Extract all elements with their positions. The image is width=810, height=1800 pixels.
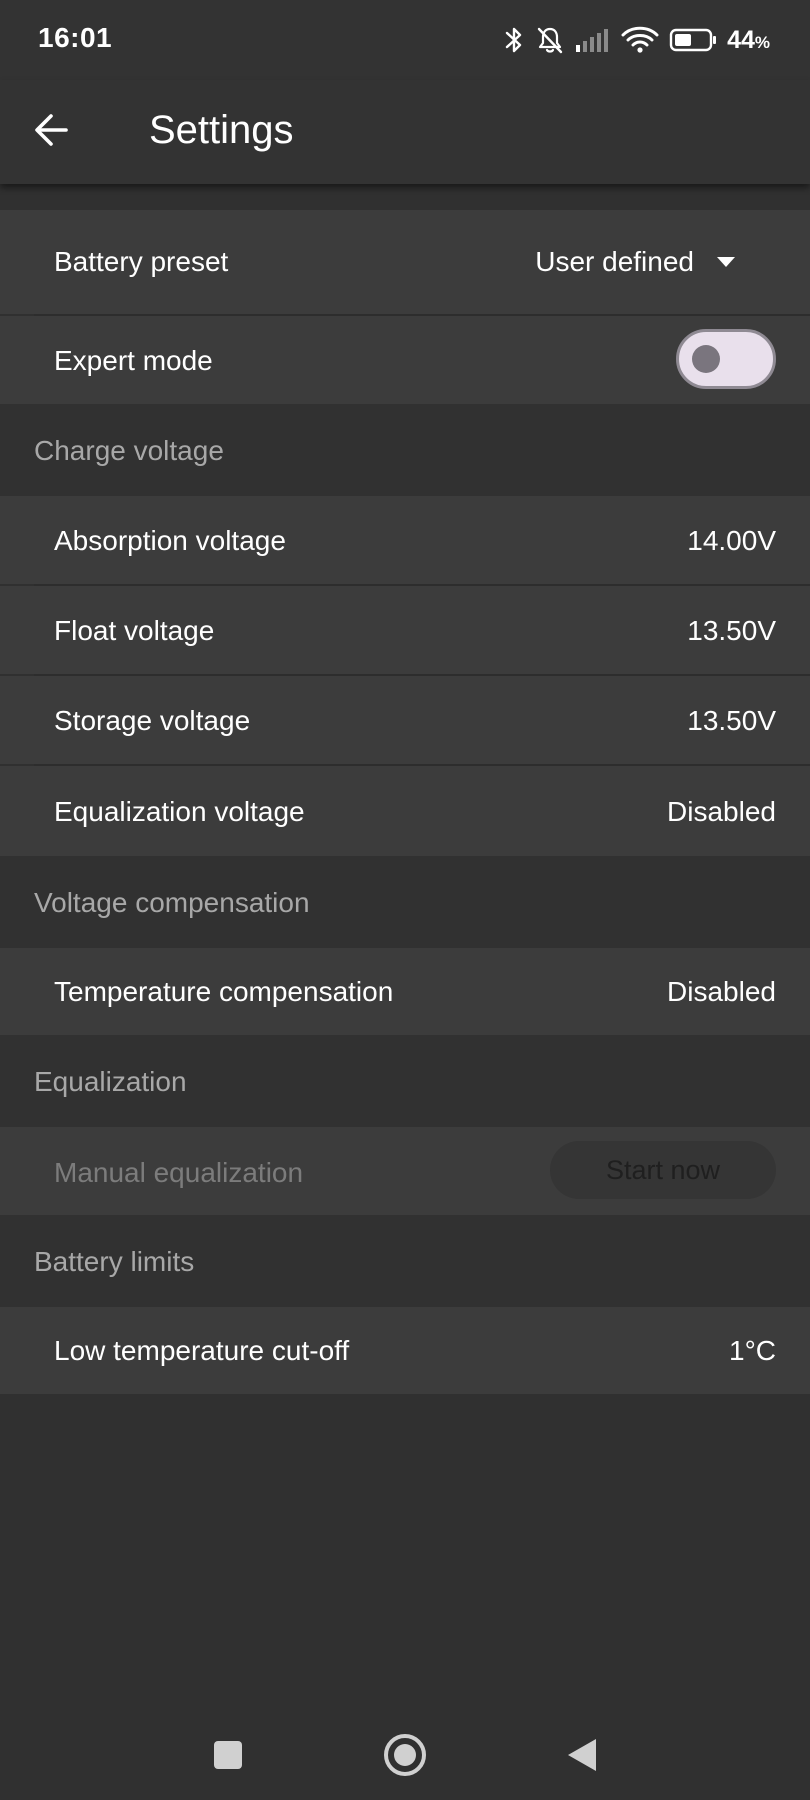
back-button[interactable]	[22, 100, 82, 160]
storage-voltage-label: Storage voltage	[54, 705, 251, 736]
section-title: Charge voltage	[34, 435, 224, 466]
equalization-voltage-row[interactable]: Equalization voltage Disabled	[0, 766, 810, 856]
battery-icon	[669, 27, 717, 53]
battery-percent-value: 44	[727, 25, 755, 54]
absorption-voltage-value: 14.00V	[687, 525, 776, 556]
manual-equalization-label: Manual equalization	[54, 1157, 304, 1188]
circle-home-icon	[384, 1734, 426, 1776]
temperature-compensation-label: Temperature compensation	[54, 976, 394, 1007]
status-icons: 44%	[503, 20, 770, 60]
status-bar: 16:01 44%	[0, 0, 810, 80]
back-nav-button[interactable]	[557, 1730, 607, 1780]
recents-button[interactable]	[203, 1730, 253, 1780]
triangle-back-icon	[568, 1739, 596, 1771]
battery-percentage: 44%	[727, 26, 770, 55]
equalization-voltage-label: Equalization voltage	[54, 796, 305, 827]
page-title: Settings	[149, 108, 294, 152]
float-voltage-label: Float voltage	[54, 615, 215, 646]
arrow-left-icon	[35, 114, 68, 146]
battery-preset-label: Battery preset	[54, 246, 229, 277]
dropdown-arrow-icon	[717, 257, 735, 267]
low-temperature-cutoff-value: 1°C	[729, 1335, 776, 1366]
home-button[interactable]	[380, 1730, 430, 1780]
section-header-equalization: Equalization	[0, 1035, 810, 1127]
storage-voltage-value: 13.50V	[687, 705, 776, 736]
absorption-voltage-row[interactable]: Absorption voltage 14.00V	[0, 496, 810, 584]
storage-voltage-row[interactable]: Storage voltage 13.50V	[0, 676, 810, 764]
battery-preset-value: User defined	[535, 246, 694, 277]
float-voltage-value: 13.50V	[687, 615, 776, 646]
system-navigation-bar	[0, 1700, 810, 1800]
cellular-signal-icon	[575, 27, 611, 53]
square-recents-icon	[214, 1741, 242, 1769]
bell-off-icon	[535, 25, 565, 55]
expert-mode-label: Expert mode	[54, 345, 213, 376]
float-voltage-row[interactable]: Float voltage 13.50V	[0, 586, 810, 674]
section-title: Equalization	[34, 1066, 187, 1097]
section-header-voltage-compensation: Voltage compensation	[0, 856, 810, 948]
equalization-voltage-value: Disabled	[667, 796, 776, 827]
absorption-voltage-label: Absorption voltage	[54, 525, 286, 556]
toggle-knob	[692, 345, 720, 373]
status-time: 16:01	[38, 22, 113, 53]
app-bar: Settings	[0, 80, 810, 184]
wifi-icon	[621, 25, 659, 55]
low-temperature-cutoff-row[interactable]: Low temperature cut-off 1°C	[0, 1307, 810, 1394]
expert-mode-row[interactable]: Expert mode	[0, 316, 810, 404]
temperature-compensation-value: Disabled	[667, 976, 776, 1007]
section-title: Battery limits	[34, 1246, 195, 1277]
section-header-battery-limits: Battery limits	[0, 1215, 810, 1307]
manual-equalization-row: Manual equalization Start now	[0, 1127, 810, 1215]
section-title: Voltage compensation	[34, 887, 310, 918]
bluetooth-icon	[503, 25, 525, 55]
battery-preset-dropdown[interactable]: User defined	[535, 246, 736, 278]
battery-preset-row[interactable]: Battery preset User defined	[0, 210, 810, 314]
expert-mode-toggle[interactable]	[676, 329, 776, 389]
temperature-compensation-row[interactable]: Temperature compensation Disabled	[0, 948, 810, 1035]
start-now-button[interactable]: Start now	[550, 1141, 776, 1199]
battery-percent-sign: %	[754, 32, 770, 52]
section-header-charge-voltage: Charge voltage	[0, 404, 810, 496]
low-temperature-cutoff-label: Low temperature cut-off	[54, 1335, 350, 1366]
